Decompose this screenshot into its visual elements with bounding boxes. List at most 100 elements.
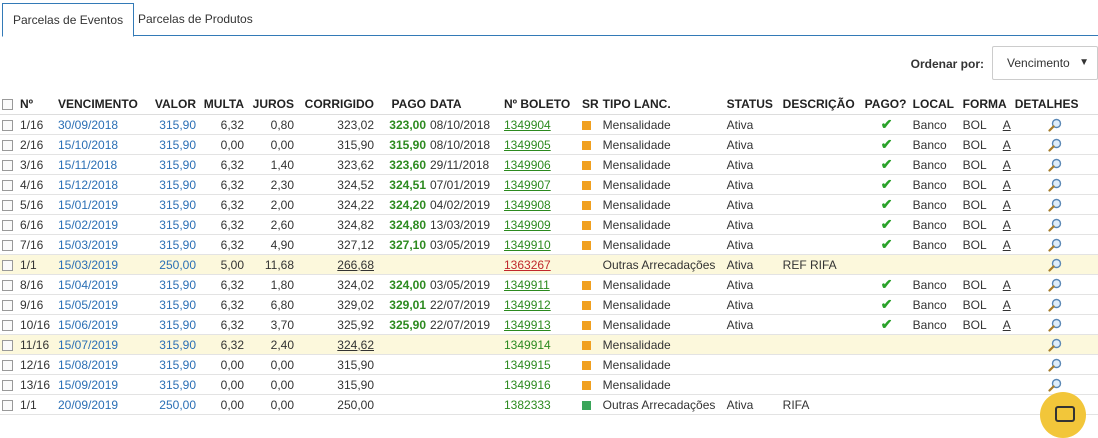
- cell-detalhes[interactable]: [1012, 234, 1098, 255]
- forma-a-link[interactable]: A: [1003, 278, 1011, 292]
- table-row[interactable]: 7/16 15/03/2019 315,90 6,32 4,90 327,12 327,10…: [0, 234, 1098, 255]
- table-row[interactable]: 8/16 15/04/2019 315,90 6,32 1,80 324,02 324,00…: [0, 274, 1098, 295]
- cell-boleto[interactable]: 1382333: [502, 394, 580, 415]
- cell-detalhes[interactable]: [1012, 174, 1098, 195]
- row-select-cell[interactable]: [0, 394, 18, 415]
- checkbox[interactable]: [2, 319, 13, 331]
- cell-boleto[interactable]: 1349909: [502, 214, 580, 235]
- row-select-cell[interactable]: [0, 354, 18, 375]
- row-select-cell[interactable]: [0, 214, 18, 235]
- magnifier-icon[interactable]: [1048, 317, 1062, 332]
- row-select-cell[interactable]: [0, 274, 18, 295]
- cell-boleto[interactable]: 1349914: [502, 334, 580, 355]
- magnifier-icon[interactable]: [1048, 257, 1062, 272]
- cell-boleto[interactable]: 1349916: [502, 374, 580, 395]
- table-row[interactable]: 2/16 15/10/2018 315,90 0,00 0,00 315,90 315,90…: [0, 134, 1098, 155]
- forma-a-link[interactable]: A: [1003, 198, 1011, 212]
- magnifier-icon[interactable]: [1048, 237, 1062, 252]
- checkbox[interactable]: [2, 359, 13, 371]
- magnifier-icon[interactable]: [1048, 357, 1062, 372]
- checkbox[interactable]: [2, 159, 13, 171]
- chat-widget-button[interactable]: [1040, 392, 1086, 438]
- table-row[interactable]: 13/16 15/09/2019 315,90 0,00 0,00 315,90 13499…: [0, 374, 1098, 395]
- forma-a-link[interactable]: A: [1003, 218, 1011, 232]
- boleto-link[interactable]: 1363267: [504, 258, 551, 272]
- checkbox[interactable]: [2, 299, 13, 311]
- magnifier-icon[interactable]: [1048, 297, 1062, 312]
- table-row[interactable]: 6/16 15/02/2019 315,90 6,32 2,60 324,82 324,80…: [0, 214, 1098, 235]
- checkbox[interactable]: [2, 99, 13, 111]
- row-select-cell[interactable]: [0, 254, 18, 275]
- row-select-cell[interactable]: [0, 114, 18, 135]
- boleto-link[interactable]: 1349911: [504, 278, 550, 292]
- cell-detalhes[interactable]: [1012, 354, 1098, 375]
- row-select-cell[interactable]: [0, 134, 18, 155]
- cell-detalhes[interactable]: [1012, 154, 1098, 175]
- magnifier-icon[interactable]: [1048, 177, 1062, 192]
- corrigido-value[interactable]: 266,68: [337, 258, 374, 272]
- checkbox[interactable]: [2, 199, 13, 211]
- table-row[interactable]: 9/16 15/05/2019 315,90 6,32 6,80 329,02 329,01…: [0, 294, 1098, 315]
- cell-boleto[interactable]: 1349904: [502, 114, 580, 135]
- boleto-link[interactable]: 1349909: [504, 218, 551, 232]
- row-select-cell[interactable]: [0, 194, 18, 215]
- row-select-cell[interactable]: [0, 334, 18, 355]
- checkbox[interactable]: [2, 259, 13, 271]
- cell-boleto[interactable]: 1349910: [502, 234, 580, 255]
- forma-a-link[interactable]: A: [1003, 138, 1011, 152]
- magnifier-icon[interactable]: [1048, 137, 1062, 152]
- cell-boleto[interactable]: 1349915: [502, 354, 580, 375]
- table-row[interactable]: 1/16 30/09/2018 315,90 6,32 0,80 323,02 323,00…: [0, 114, 1098, 135]
- magnifier-icon[interactable]: [1048, 197, 1062, 212]
- table-row[interactable]: 5/16 15/01/2019 315,90 6,32 2,00 324,22 324,20…: [0, 194, 1098, 215]
- magnifier-icon[interactable]: [1048, 377, 1062, 392]
- cell-boleto[interactable]: 1363267: [502, 254, 580, 275]
- cell-detalhes[interactable]: [1012, 274, 1098, 295]
- table-row[interactable]: 12/16 15/08/2019 315,90 0,00 0,00 315,90 13499…: [0, 354, 1098, 375]
- table-row[interactable]: 1/1 20/09/2019 250,00 0,00 0,00 250,00 1382333…: [0, 394, 1098, 415]
- header-select-all[interactable]: [0, 94, 18, 115]
- magnifier-icon[interactable]: [1048, 217, 1062, 232]
- cell-detalhes[interactable]: [1012, 214, 1098, 235]
- magnifier-icon[interactable]: [1048, 157, 1062, 172]
- cell-boleto[interactable]: 1349911: [502, 274, 580, 295]
- table-row[interactable]: 4/16 15/12/2018 315,90 6,32 2,30 324,52 324,51…: [0, 174, 1098, 195]
- corrigido-value[interactable]: 324,62: [337, 338, 374, 352]
- forma-a-link[interactable]: A: [1003, 178, 1011, 192]
- table-row[interactable]: 11/16 15/07/2019 315,90 6,32 2,40 324,62 13499…: [0, 334, 1098, 355]
- checkbox[interactable]: [2, 279, 13, 291]
- cell-boleto[interactable]: 1349906: [502, 154, 580, 175]
- checkbox[interactable]: [2, 399, 13, 411]
- checkbox[interactable]: [2, 339, 13, 351]
- checkbox[interactable]: [2, 119, 13, 131]
- boleto-link[interactable]: 1349912: [504, 298, 551, 312]
- boleto-link[interactable]: 1349908: [504, 198, 551, 212]
- cell-boleto[interactable]: 1349905: [502, 134, 580, 155]
- boleto-link[interactable]: 1349913: [504, 318, 551, 332]
- checkbox[interactable]: [2, 179, 13, 191]
- table-row[interactable]: 3/16 15/11/2018 315,90 6,32 1,40 323,62 323,60…: [0, 154, 1098, 175]
- cell-boleto[interactable]: 1349913: [502, 314, 580, 335]
- row-select-cell[interactable]: [0, 374, 18, 395]
- boleto-link[interactable]: 1349906: [504, 158, 551, 172]
- cell-detalhes[interactable]: [1012, 134, 1098, 155]
- boleto-link[interactable]: 1349904: [504, 118, 551, 132]
- row-select-cell[interactable]: [0, 174, 18, 195]
- boleto-link[interactable]: 1349905: [504, 138, 551, 152]
- row-select-cell[interactable]: [0, 154, 18, 175]
- cell-boleto[interactable]: 1349908: [502, 194, 580, 215]
- tab-parcelas-eventos[interactable]: Parcelas de Eventos: [2, 3, 135, 37]
- row-select-cell[interactable]: [0, 314, 18, 335]
- forma-a-link[interactable]: A: [1003, 158, 1011, 172]
- forma-a-link[interactable]: A: [1003, 118, 1011, 132]
- boleto-link[interactable]: 1382333: [504, 398, 551, 412]
- checkbox[interactable]: [2, 219, 13, 231]
- magnifier-icon[interactable]: [1048, 337, 1062, 352]
- cell-detalhes[interactable]: [1012, 314, 1098, 335]
- cell-detalhes[interactable]: [1012, 294, 1098, 315]
- magnifier-icon[interactable]: [1048, 117, 1062, 132]
- boleto-link[interactable]: 1349907: [504, 178, 551, 192]
- cell-detalhes[interactable]: [1012, 194, 1098, 215]
- cell-boleto[interactable]: 1349907: [502, 174, 580, 195]
- checkbox[interactable]: [2, 239, 13, 251]
